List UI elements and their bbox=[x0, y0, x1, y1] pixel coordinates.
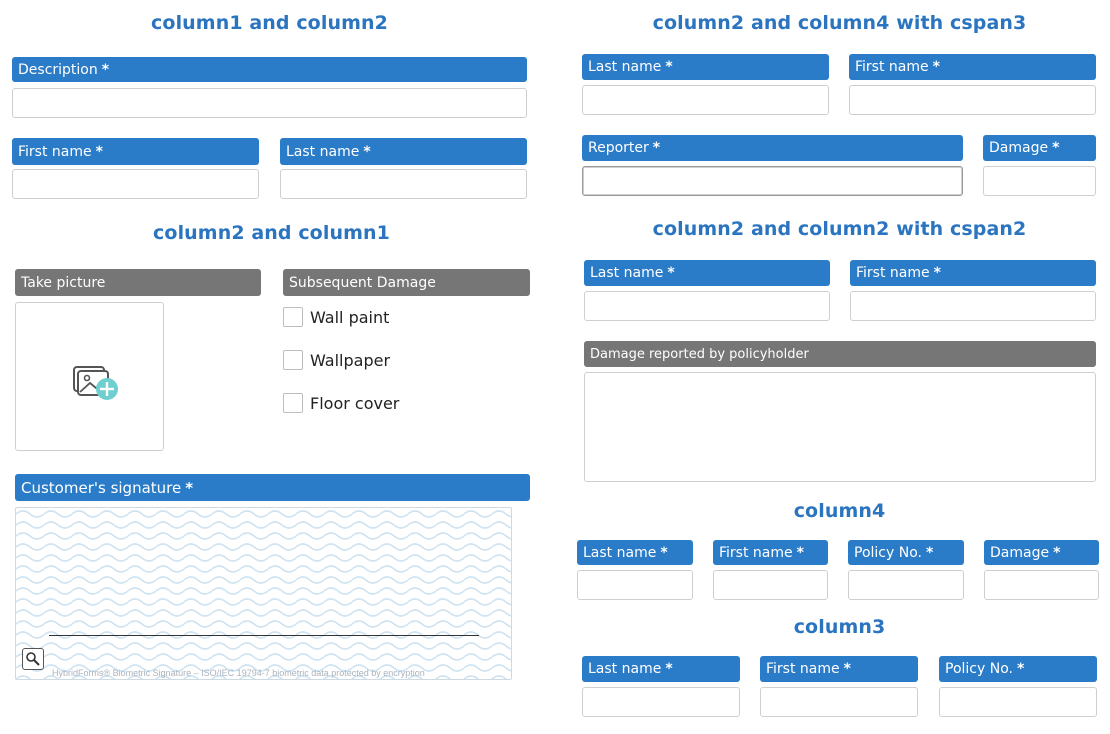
c4-last-name-input[interactable] bbox=[577, 570, 693, 600]
cspan2-last-name-label-text: Last name bbox=[590, 265, 664, 281]
c4-damage-input[interactable] bbox=[984, 570, 1099, 600]
reporter-label-text: Reporter bbox=[588, 140, 649, 156]
take-picture-label: Take picture bbox=[15, 269, 261, 296]
required-mark: * bbox=[95, 143, 103, 160]
c3-last-name-label: Last name * bbox=[582, 656, 740, 682]
reporter-label: Reporter * bbox=[582, 135, 963, 161]
add-picture-icon[interactable] bbox=[72, 363, 124, 403]
cspan3-last-name-label: Last name * bbox=[582, 54, 829, 80]
checkbox-box[interactable] bbox=[283, 350, 303, 370]
checkbox-box[interactable] bbox=[283, 307, 303, 327]
take-picture-label-text: Take picture bbox=[21, 274, 106, 291]
magnifier-button[interactable] bbox=[22, 648, 44, 670]
signature-note: HybridForms® Biometric Signature – ISO/I… bbox=[52, 668, 425, 678]
required-mark: * bbox=[925, 544, 934, 561]
required-mark: * bbox=[1016, 661, 1025, 677]
cspan2-first-name-label-text: First name bbox=[856, 265, 930, 281]
subsequent-damage-label: Subsequent Damage bbox=[283, 269, 530, 296]
section-title-col2-col2-cspan2: column2 and column2 with cspan2 bbox=[652, 218, 1027, 240]
cspan3-last-name-label-text: Last name bbox=[588, 59, 662, 75]
signature-label: Customer's signature * bbox=[15, 474, 530, 501]
subsequent-damage-label-text: Subsequent Damage bbox=[289, 274, 436, 291]
checkbox-wall-paint[interactable]: Wall paint bbox=[283, 307, 389, 327]
cspan3-first-name-input[interactable] bbox=[849, 85, 1096, 115]
section-title-col2-col4-cspan3: column2 and column4 with cspan3 bbox=[652, 12, 1027, 34]
required-mark: * bbox=[843, 661, 851, 677]
cspan3-first-name-label-text: First name bbox=[855, 59, 929, 75]
cspan2-last-name-input[interactable] bbox=[584, 291, 830, 321]
c4-damage-label-text: Damage bbox=[990, 544, 1050, 561]
c4-last-name-label: Last name * bbox=[577, 540, 693, 565]
c4-first-name-label: First name * bbox=[713, 540, 828, 565]
last-name-label-text: Last name bbox=[286, 143, 360, 160]
section-title-column3: column3 bbox=[793, 616, 886, 638]
description-label: Description * bbox=[12, 57, 527, 82]
checkbox-label: Wall paint bbox=[310, 307, 390, 327]
required-mark: * bbox=[932, 59, 940, 75]
signature-pad[interactable]: HybridForms® Biometric Signature – ISO/I… bbox=[15, 507, 512, 680]
cspan3-damage-label-text: Damage bbox=[989, 140, 1049, 156]
description-label-text: Description bbox=[18, 61, 98, 78]
last-name-label: Last name * bbox=[280, 138, 527, 165]
cspan2-first-name-input[interactable] bbox=[850, 291, 1096, 321]
required-mark: * bbox=[1053, 544, 1061, 561]
required-mark: * bbox=[660, 544, 668, 561]
required-mark: * bbox=[933, 265, 941, 281]
picture-box[interactable] bbox=[15, 302, 164, 451]
c3-first-name-label-text: First name bbox=[766, 661, 840, 677]
c4-first-name-label-text: First name bbox=[719, 544, 793, 561]
last-name-input[interactable] bbox=[280, 169, 527, 199]
damage-reported-label-text: Damage reported by policyholder bbox=[590, 346, 809, 362]
signature-line bbox=[49, 635, 479, 636]
checkbox-floor-cover[interactable]: Floor cover bbox=[283, 393, 399, 413]
c4-first-name-input[interactable] bbox=[713, 570, 828, 600]
section-title-column4: column4 bbox=[793, 500, 886, 522]
c3-last-name-input[interactable] bbox=[582, 687, 740, 717]
section-title-col2-col1: column2 and column1 bbox=[153, 222, 390, 244]
section-title-col1-col2: column1 and column2 bbox=[151, 12, 388, 34]
required-mark: * bbox=[101, 61, 110, 78]
c4-policy-input[interactable] bbox=[848, 570, 964, 600]
c3-policy-input[interactable] bbox=[939, 687, 1097, 717]
cspan3-damage-input[interactable] bbox=[983, 166, 1096, 196]
magnifier-icon bbox=[26, 652, 40, 666]
c3-first-name-label: First name * bbox=[760, 656, 918, 682]
signature-label-text: Customer's signature bbox=[21, 478, 182, 497]
cspan2-first-name-label: First name * bbox=[850, 260, 1096, 286]
c4-last-name-label-text: Last name bbox=[583, 544, 657, 561]
signature-background-pattern bbox=[16, 508, 511, 679]
checkbox-wallpaper[interactable]: Wallpaper bbox=[283, 350, 390, 370]
required-mark: * bbox=[363, 143, 371, 160]
c3-policy-label-text: Policy No. bbox=[945, 661, 1013, 677]
damage-reported-label: Damage reported by policyholder bbox=[584, 341, 1096, 367]
c3-first-name-input[interactable] bbox=[760, 687, 918, 717]
c4-damage-label: Damage * bbox=[984, 540, 1099, 565]
required-mark: * bbox=[665, 661, 673, 677]
required-mark: * bbox=[185, 478, 194, 497]
first-name-input[interactable] bbox=[12, 169, 259, 199]
c3-policy-label: Policy No. * bbox=[939, 656, 1097, 682]
first-name-label: First name * bbox=[12, 138, 259, 165]
damage-reported-textarea[interactable] bbox=[584, 372, 1096, 482]
c4-policy-label: Policy No. * bbox=[848, 540, 964, 565]
reporter-input[interactable] bbox=[582, 166, 963, 196]
c3-last-name-label-text: Last name bbox=[588, 661, 662, 677]
first-name-label-text: First name bbox=[18, 143, 92, 160]
required-mark: * bbox=[796, 544, 804, 561]
required-mark: * bbox=[652, 140, 661, 156]
checkbox-box[interactable] bbox=[283, 393, 303, 413]
cspan2-last-name-label: Last name * bbox=[584, 260, 830, 286]
required-mark: * bbox=[667, 265, 675, 281]
cspan3-damage-label: Damage * bbox=[983, 135, 1096, 161]
cspan3-first-name-label: First name * bbox=[849, 54, 1096, 80]
required-mark: * bbox=[1052, 140, 1060, 156]
checkbox-label: Wallpaper bbox=[310, 350, 391, 370]
checkbox-label: Floor cover bbox=[310, 393, 400, 413]
cspan3-last-name-input[interactable] bbox=[582, 85, 829, 115]
required-mark: * bbox=[665, 59, 673, 75]
description-input[interactable] bbox=[12, 88, 527, 118]
c4-policy-label-text: Policy No. bbox=[854, 544, 922, 561]
